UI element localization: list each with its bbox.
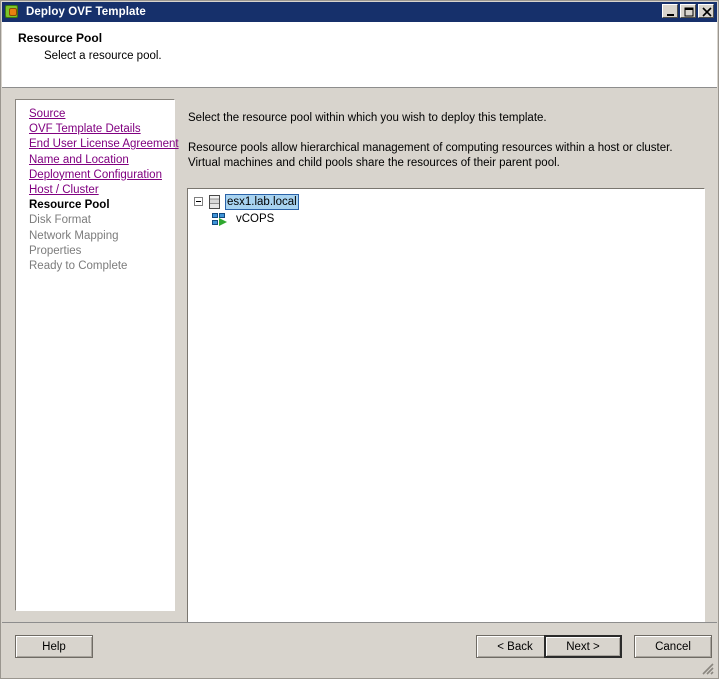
deploy-ovf-template-dialog: Deploy OVF Template Resource Pool Select… xyxy=(0,0,719,679)
cancel-button[interactable]: Cancel xyxy=(634,635,712,658)
maximize-icon[interactable] xyxy=(680,4,696,18)
sidebar-item-disk-format: Disk Format xyxy=(29,214,91,227)
title-bar: Deploy OVF Template xyxy=(2,2,717,22)
next-button[interactable]: Next > xyxy=(544,635,622,658)
dialog-body: Source OVF Template Details End User Lic… xyxy=(2,89,717,631)
sidebar-item-end-user-license-agreement[interactable]: End User License Agreement xyxy=(29,137,179,152)
instruction-line-2: Resource pools allow hierarchical manage… xyxy=(188,142,673,169)
dialog-header: Resource Pool Select a resource pool. xyxy=(2,22,717,88)
help-button[interactable]: Help xyxy=(15,635,93,658)
tree-node-pool-label[interactable]: vCOPS xyxy=(234,212,276,226)
tree-node-host-label[interactable]: esx1.lab.local xyxy=(225,193,299,210)
sidebar-item-network-mapping: Network Mapping xyxy=(29,229,119,242)
page-title: Resource Pool xyxy=(18,31,103,45)
sidebar-item-ovf-template-details[interactable]: OVF Template Details xyxy=(29,122,174,137)
tree-row[interactable]: esx1.lab.local xyxy=(191,193,704,210)
window-controls xyxy=(662,4,714,18)
sidebar-item-resource-pool: Resource Pool xyxy=(29,199,110,212)
resource-pool-icon xyxy=(212,212,228,226)
host-icon xyxy=(209,194,220,209)
sidebar-item-source[interactable]: Source xyxy=(29,107,174,122)
content-area: Select the resource pool within which yo… xyxy=(187,99,705,631)
resize-grip-icon[interactable] xyxy=(701,662,715,676)
sidebar-item-deployment-configuration[interactable]: Deployment Configuration xyxy=(29,168,174,183)
sidebar-item-name-and-location[interactable]: Name and Location xyxy=(29,153,174,168)
minimize-icon[interactable] xyxy=(662,4,678,18)
instruction-line-1: Select the resource pool within which yo… xyxy=(188,112,547,124)
sidebar-item-ready-to-complete: Ready to Complete xyxy=(29,260,128,273)
collapse-minus-icon[interactable] xyxy=(194,197,203,206)
back-button[interactable]: < Back xyxy=(476,635,554,658)
close-icon[interactable] xyxy=(698,4,714,18)
wizard-steps-panel: Source OVF Template Details End User Lic… xyxy=(15,99,179,611)
dialog-footer: Help < Back Next > Cancel xyxy=(2,622,717,678)
page-subtitle: Select a resource pool. xyxy=(44,50,162,62)
tree-row[interactable]: vCOPS xyxy=(191,210,704,227)
sidebar-item-host-cluster[interactable]: Host / Cluster xyxy=(29,183,174,198)
ovf-template-icon xyxy=(5,4,21,20)
sidebar-item-properties: Properties xyxy=(29,244,82,257)
resource-pool-tree[interactable]: esx1.lab.local vCOPS xyxy=(187,188,705,631)
window-title: Deploy OVF Template xyxy=(26,6,146,18)
